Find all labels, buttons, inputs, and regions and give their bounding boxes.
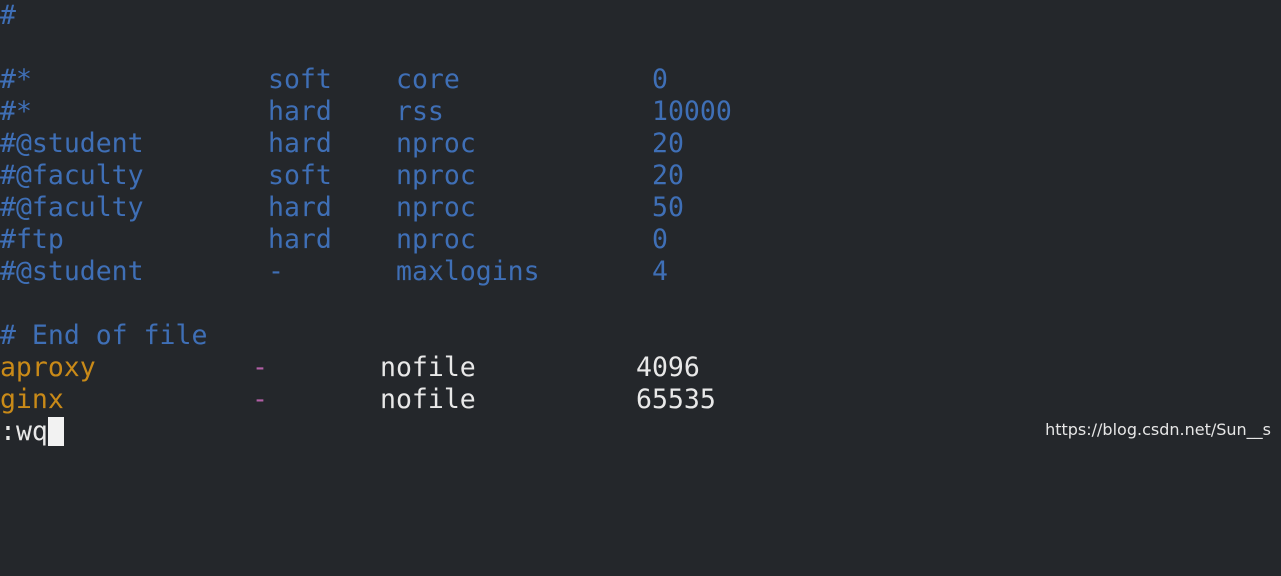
value-cell: 10000	[652, 96, 732, 127]
domain-cell: #@faculty	[0, 160, 144, 191]
item-cell: nproc	[396, 224, 476, 255]
value-cell: 65535	[636, 384, 716, 415]
item-cell: nofile	[380, 352, 476, 383]
value-cell: 0	[652, 64, 668, 95]
comment-text: # End of file	[0, 320, 208, 351]
value-cell: 0	[652, 224, 668, 255]
terminal-window[interactable]: # #* soft core 0 #* hard rss 10000 #@stu…	[0, 0, 1281, 450]
type-cell: -	[252, 352, 268, 383]
item-cell: maxlogins	[396, 256, 540, 287]
type-cell: hard	[268, 192, 332, 223]
value-cell: 20	[652, 160, 684, 191]
item-cell: nproc	[396, 192, 476, 223]
limits-row-commented: #@faculty hard nproc 50	[0, 192, 1281, 224]
command-input[interactable]: :wq	[0, 416, 48, 447]
type-cell: -	[268, 256, 284, 287]
value-cell: 4096	[636, 352, 700, 383]
domain-cell: #*	[0, 64, 32, 95]
text-cursor	[47, 416, 64, 446]
type-cell: soft	[268, 64, 332, 95]
item-cell: nofile	[380, 384, 476, 415]
domain-cell: #ftp	[0, 224, 64, 255]
limits-row-commented: #ftp hard nproc 0	[0, 224, 1281, 256]
domain-cell: #*	[0, 96, 32, 127]
type-cell: hard	[268, 224, 332, 255]
end-of-file-comment: # End of file	[0, 320, 1281, 352]
type-cell: hard	[268, 128, 332, 159]
watermark-url: https://blog.csdn.net/Sun__s	[1045, 420, 1271, 439]
command-text: :wq	[0, 416, 64, 448]
domain-cell: #@faculty	[0, 192, 144, 223]
value-cell: 50	[652, 192, 684, 223]
value-cell: 4	[652, 256, 668, 287]
domain-cell: #@student	[0, 128, 144, 159]
limits-row-commented: #@student hard nproc 20	[0, 128, 1281, 160]
limits-row-commented: #@faculty soft nproc 20	[0, 160, 1281, 192]
comment-text: #	[0, 0, 16, 31]
limits-row-commented: #* soft core 0	[0, 64, 1281, 96]
domain-cell: #@student	[0, 256, 144, 287]
limits-row-active: nginx - nofile 65535	[0, 384, 1281, 416]
item-cell: nproc	[396, 128, 476, 159]
item-cell: nproc	[396, 160, 476, 191]
type-cell: hard	[268, 96, 332, 127]
type-cell: -	[252, 384, 268, 415]
top-comment-line: #	[0, 0, 1281, 32]
type-cell: soft	[268, 160, 332, 191]
item-cell: rss	[396, 96, 444, 127]
domain-cell: nginx	[0, 384, 64, 415]
limits-row-active: haproxy - nofile 4096	[0, 352, 1281, 384]
limits-row-commented: #* hard rss 10000	[0, 96, 1281, 128]
limits-row-commented: #@student - maxlogins 4	[0, 256, 1281, 288]
value-cell: 20	[652, 128, 684, 159]
domain-cell: haproxy	[0, 352, 96, 383]
item-cell: core	[396, 64, 460, 95]
